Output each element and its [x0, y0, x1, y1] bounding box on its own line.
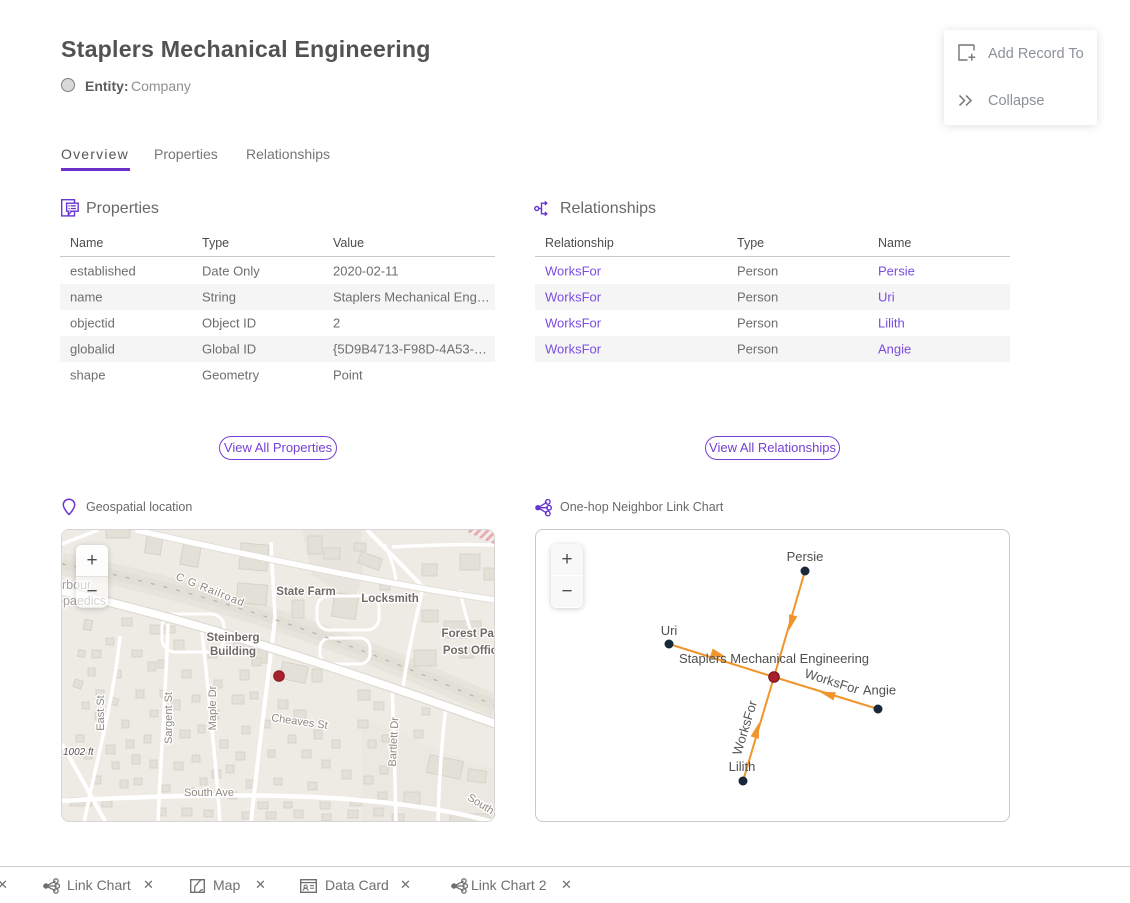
svg-text:1002 ft: 1002 ft	[63, 747, 95, 758]
svg-text:South Ave: South Ave	[184, 787, 234, 799]
svg-text:Lilith: Lilith	[729, 759, 756, 774]
svg-text:Maple Dr: Maple Dr	[207, 685, 219, 730]
svg-text:Steinberg: Steinberg	[206, 632, 259, 644]
svg-text:Uri: Uri	[661, 623, 678, 638]
svg-text:Forest Par: Forest Par	[442, 628, 495, 640]
svg-text:Building: Building	[210, 646, 256, 658]
svg-text:East St: East St	[95, 695, 107, 730]
svg-text:Locksmith: Locksmith	[361, 593, 419, 605]
svg-text:WorksFor: WorksFor	[729, 698, 760, 757]
svg-text:Sargent St: Sargent St	[163, 692, 175, 744]
svg-text:Persie: Persie	[787, 549, 824, 564]
svg-text:Staplers Mechanical Engineerin: Staplers Mechanical Engineering	[679, 651, 869, 666]
svg-text:State Farm: State Farm	[276, 586, 335, 598]
svg-text:Angie: Angie	[863, 683, 896, 698]
svg-text:Post Offic: Post Offic	[443, 645, 495, 657]
